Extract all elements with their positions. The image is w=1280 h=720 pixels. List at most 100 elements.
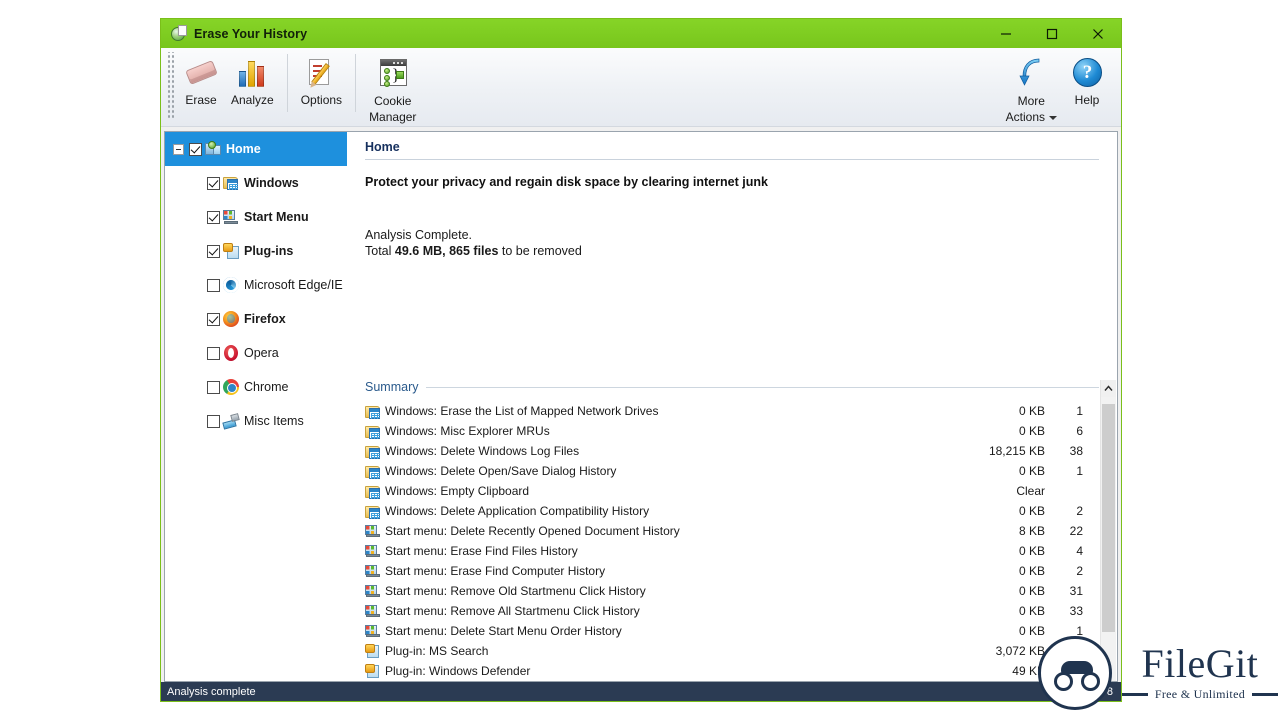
summary-row-count: 1	[1076, 464, 1083, 478]
watermark-subtitle: Free & Unlimited	[1121, 687, 1278, 702]
analysis-total-line: Total 49.6 MB, 865 files to be removed	[365, 244, 582, 258]
summary-row[interactable]: Start menu: Remove Old Startmenu Click H…	[347, 581, 1117, 601]
summary-row-name: Start menu: Erase Find Files History	[385, 544, 578, 558]
summary-row[interactable]: Start menu: Erase Find Files History 0 KB…	[347, 541, 1117, 561]
toolbar-grip[interactable]	[166, 52, 174, 118]
summary-row-name: Start menu: Remove Old Startmenu Click H…	[385, 584, 646, 598]
maximize-button[interactable]	[1029, 19, 1075, 48]
cookie-manager-label-line1: Cookie	[374, 94, 412, 108]
summary-row[interactable]: Start menu: Delete Start Menu Order Hist…	[347, 621, 1117, 641]
summary-row-name: Windows: Misc Explorer MRUs	[385, 424, 550, 438]
start-menu-checkbox[interactable]	[207, 210, 220, 224]
chevron-down-icon[interactable]	[1049, 115, 1057, 120]
opera-checkbox[interactable]	[207, 346, 220, 360]
summary-row-name: Start menu: Erase Find Computer History	[385, 564, 606, 578]
summary-row-size: 49 KB	[1012, 664, 1045, 678]
sidebar-item-label: Chrome	[244, 380, 289, 394]
summary-row[interactable]: Plug-in: MS Search3,072 KB3	[347, 641, 1117, 661]
sidebar-item-chrome[interactable]: Chrome	[165, 370, 347, 404]
sidebar-item-label: Plug-ins	[244, 244, 294, 258]
summary-row-name: Start menu: Delete Recently Opened Docum…	[385, 524, 680, 538]
sidebar-item-windows[interactable]: Windows	[165, 166, 347, 200]
sidebar-item-microsoft-edge-ie[interactable]: Microsoft Edge/IE	[165, 268, 347, 302]
scroll-up-arrow-icon[interactable]	[1101, 380, 1116, 397]
sidebar-item-label: Microsoft Edge/IE	[244, 278, 343, 292]
summary-row-size: 3,072 KB	[995, 644, 1045, 658]
windows-folder-icon	[365, 444, 380, 459]
plugin-icon	[223, 243, 239, 259]
summary-row[interactable]: Start menu: Remove All Startmenu Click H…	[347, 601, 1117, 621]
summary-row-count: 4	[1076, 544, 1083, 558]
sidebar-item-label: Opera	[244, 346, 279, 360]
summary-row-name: Windows: Empty Clipboard	[385, 484, 530, 498]
summary-row[interactable]: Windows: Erase the List of Mapped Networ…	[347, 401, 1117, 421]
summary-legend-label: Summary	[365, 380, 419, 394]
sidebar-item-label: Windows	[244, 176, 299, 190]
windows-folder-icon	[365, 504, 380, 519]
summary-row[interactable]: Start menu: Erase Find Computer History 0…	[347, 561, 1117, 581]
minimize-button[interactable]	[983, 19, 1029, 48]
help-button[interactable]: ? Help	[1063, 50, 1111, 109]
summary-row-count: 33	[1069, 604, 1083, 618]
firefox-icon	[223, 311, 239, 327]
start-menu-icon	[365, 584, 380, 598]
sidebar-item-home[interactable]: Home	[165, 132, 347, 166]
sidebar-item-label: Start Menu	[244, 210, 309, 224]
sidebar-item-misc-items[interactable]: Misc Items	[165, 404, 347, 438]
home-icon	[205, 141, 221, 157]
firefox-checkbox[interactable]	[207, 312, 220, 326]
summary-row[interactable]: Windows: Delete Application Compatibilit…	[347, 501, 1117, 521]
summary-list[interactable]: Windows: Erase the List of Mapped Networ…	[347, 398, 1117, 681]
start-menu-icon	[365, 544, 380, 558]
options-button[interactable]: Options	[295, 50, 348, 109]
sidebar-item-firefox[interactable]: Firefox	[165, 302, 347, 336]
plug-ins-checkbox[interactable]	[207, 244, 220, 258]
summary-row-size: 0 KB	[1018, 404, 1045, 418]
plugin-icon	[365, 664, 379, 678]
close-button[interactable]	[1075, 19, 1121, 48]
more-actions-button[interactable]: More Actions	[1000, 50, 1063, 127]
summary-row[interactable]: Windows: Delete Open/Save Dialog History…	[347, 461, 1117, 481]
sidebar-item-opera[interactable]: Opera	[165, 336, 347, 370]
misc-items-icon	[222, 413, 240, 430]
summary-row-size: 0 KB	[1018, 504, 1045, 518]
summary-row[interactable]: Start menu: Delete Recently Opened Docum…	[347, 521, 1117, 541]
sidebar-item-start-menu[interactable]: Start Menu	[165, 200, 347, 234]
erase-button[interactable]: Erase	[177, 50, 225, 109]
analysis-status: Analysis Complete. Total 49.6 MB, 865 fi…	[347, 189, 1117, 259]
content-pane: Home Protect your privacy and regain dis…	[347, 131, 1118, 682]
analyze-button[interactable]: Analyze	[225, 50, 280, 109]
windows-checkbox[interactable]	[207, 176, 220, 190]
summary-row[interactable]: Windows: Empty Clipboard Clear	[347, 481, 1117, 501]
summary-row-size: 0 KB	[1018, 424, 1045, 438]
summary-row-size: 0 KB	[1018, 464, 1045, 478]
cookie-manager-button[interactable]: } Cookie Manager	[363, 50, 422, 127]
page-title: Home	[365, 140, 400, 154]
options-pencil-icon	[304, 56, 338, 90]
collapse-expander-icon[interactable]	[173, 143, 184, 155]
summary-row-count: 1	[1076, 404, 1083, 418]
summary-row[interactable]: Windows: Delete Windows Log Files 18,215 …	[347, 441, 1117, 461]
chrome-checkbox[interactable]	[207, 380, 220, 394]
summary-row[interactable]: Windows: Misc Explorer MRUs 0 KB 6	[347, 421, 1117, 441]
summary-row[interactable]: Plug-in: Windows Defender49 KB7	[347, 661, 1117, 681]
cookie-manager-label-line2: Manager	[369, 110, 417, 124]
summary-legend-rule	[426, 386, 1099, 388]
status-text: Analysis complete	[167, 685, 256, 698]
misc-items-checkbox[interactable]	[207, 414, 220, 428]
summary-row-count: 6	[1076, 424, 1083, 438]
app-window: Erase Your History Erase Analyze Options…	[160, 18, 1122, 702]
sidebar-item-plug-ins[interactable]: Plug-ins	[165, 234, 347, 268]
summary-row-name: Plug-in: Windows Defender	[385, 664, 531, 678]
start-menu-icon	[365, 524, 380, 538]
scrollbar-thumb[interactable]	[1102, 404, 1115, 632]
summary-row-size: 0 KB	[1018, 544, 1045, 558]
home-checkbox[interactable]	[189, 142, 202, 156]
edge-checkbox[interactable]	[207, 278, 220, 292]
windows-folder-icon	[365, 404, 380, 419]
eraser-icon	[184, 56, 218, 90]
analysis-total-value: 49.6 MB, 865 files	[394, 244, 499, 258]
summary-row-name: Plug-in: MS Search	[385, 644, 489, 658]
opera-icon	[223, 345, 239, 361]
more-actions-label-line2: Actions	[1006, 109, 1057, 125]
